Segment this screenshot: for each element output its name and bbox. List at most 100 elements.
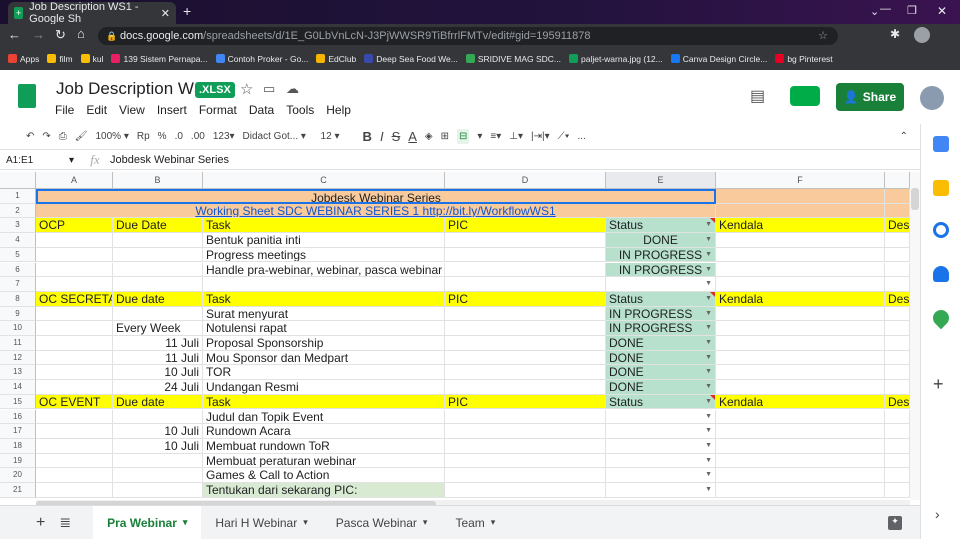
cell[interactable]: Surat menyurat [203,306,445,322]
comments-icon[interactable]: ▤ [750,86,765,106]
document-title[interactable]: Job Description WS1 [56,79,215,99]
column-header[interactable]: F [716,172,885,189]
cell[interactable]: OC SECRETARY [36,291,113,307]
cell[interactable]: ▼ [606,468,716,483]
cell[interactable]: PIC [445,291,606,307]
row-header[interactable]: 14 [0,380,36,395]
cell[interactable]: 10 Juli [113,438,203,454]
menu-edit[interactable]: Edit [86,103,107,117]
cell[interactable]: Kendala [716,291,885,307]
cell[interactable]: ▼ [606,424,716,439]
star-icon[interactable]: ☆ [240,80,253,98]
cell[interactable] [445,247,606,263]
cell[interactable]: Des [885,394,910,410]
cell[interactable]: DONE ▼ [606,233,716,248]
cell[interactable] [716,350,885,366]
cell[interactable] [445,409,606,425]
cell[interactable]: 11 Juli [113,350,203,366]
cell[interactable] [36,350,113,366]
cell[interactable]: Des [885,291,910,307]
cell[interactable]: 10 Juli [113,365,203,381]
cell[interactable]: Task [203,218,445,234]
cell[interactable] [445,453,606,469]
cell[interactable]: Notulensi rapat [203,321,445,336]
bookmark-item[interactable]: Apps [8,54,39,64]
row-header[interactable]: 21 [0,483,36,498]
cell[interactable] [885,277,910,292]
cell[interactable] [885,336,910,351]
cell[interactable] [36,247,113,263]
cell[interactable] [36,336,113,351]
cell[interactable]: Every Week [113,321,203,336]
tasks-icon[interactable] [933,222,949,238]
cell[interactable] [445,262,606,278]
cell[interactable] [113,277,203,292]
bookmark-item[interactable]: EdClub [316,54,356,64]
window-close-icon[interactable]: ✕ [937,4,947,18]
currency-button[interactable]: Rp [137,131,150,142]
dropdown-arrow-icon[interactable]: ▼ [705,277,712,291]
cell[interactable]: IN PROGRESS ▼ [606,262,716,278]
dropdown-arrow-icon[interactable]: ▼ [705,248,712,262]
cell[interactable]: Due Date [113,218,203,234]
cell[interactable] [885,203,910,219]
menu-format[interactable]: Format [199,103,237,117]
cell[interactable] [36,468,113,483]
cell[interactable]: DONE ▼ [606,336,716,351]
cell[interactable] [716,468,885,483]
tab-search-icon[interactable]: ⌄ [870,5,879,18]
cell[interactable]: Membuat peraturan webinar [203,453,445,469]
row-header[interactable]: 19 [0,453,36,469]
cell[interactable] [445,424,606,439]
name-box[interactable]: A1:E1 ▾ [0,155,80,166]
cell[interactable] [885,453,910,469]
cell[interactable] [885,306,910,322]
row-header[interactable]: 6 [0,262,36,278]
cell[interactable] [716,424,885,439]
cell[interactable] [36,438,113,454]
row-header[interactable]: 11 [0,336,36,351]
cell[interactable] [445,365,606,381]
calendar-icon[interactable] [933,136,949,152]
cell[interactable] [716,483,885,498]
cell[interactable] [113,306,203,322]
cell[interactable] [885,438,910,454]
cell[interactable] [36,380,113,395]
cell[interactable] [445,483,606,498]
menu-file[interactable]: File [55,103,74,117]
zoom-select[interactable]: 100% ▾ [95,131,128,142]
row-header[interactable]: 1 [0,189,36,204]
reload-icon[interactable]: ↻ [55,27,66,43]
cell[interactable]: Mou Sponsor dan Medpart [203,350,445,366]
dropdown-arrow-icon[interactable]: ▼ [705,321,712,335]
cell[interactable]: Bentuk panitia inti [203,233,445,248]
account-avatar[interactable] [920,86,944,110]
cell[interactable] [113,262,203,278]
cell[interactable]: DONE ▼ [606,380,716,395]
cell[interactable]: Progress meetings [203,247,445,263]
cell[interactable]: ▼ [606,409,716,425]
cell[interactable]: TOR [203,365,445,381]
strikethrough-button[interactable]: S [392,129,401,144]
menu-tools[interactable]: Tools [286,103,314,117]
menu-insert[interactable]: Insert [157,103,187,117]
cell[interactable]: Status ▼ [606,394,716,410]
cell[interactable] [885,424,910,439]
cell[interactable] [885,189,910,204]
cell[interactable] [445,321,606,336]
chevron-down-icon[interactable]: ▾ [491,517,496,528]
dropdown-arrow-icon[interactable]: ▼ [705,233,712,247]
menu-view[interactable]: View [119,103,145,117]
merge-cells-icon[interactable]: ⊟ [457,129,470,144]
sheet-tab[interactable]: Team ▾ [441,506,509,540]
cell[interactable] [445,380,606,395]
add-sheet-icon[interactable]: + [36,514,45,532]
row-header[interactable]: 5 [0,247,36,263]
cell[interactable]: Due date [113,394,203,410]
dropdown-arrow-icon[interactable]: ▼ [705,424,712,438]
back-icon[interactable]: ← [8,27,21,42]
cell[interactable]: ▼ [606,438,716,454]
url-bar[interactable]: 🔒 docs.google.com/spreadsheets/d/1E_G0Lb… [98,27,838,45]
column-header[interactable]: C [203,172,445,189]
cell[interactable]: Tentukan dari sekarang PIC: [203,483,445,498]
